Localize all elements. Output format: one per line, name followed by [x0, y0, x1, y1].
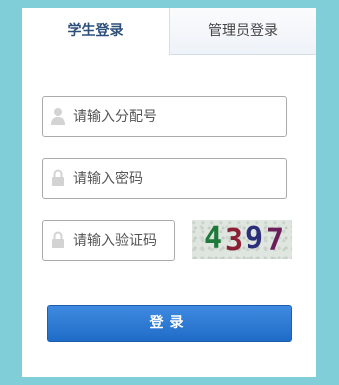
assignment-number-field: [42, 96, 287, 137]
tab-student-login[interactable]: 学生登录: [22, 8, 169, 55]
tab-admin-login[interactable]: 管理员登录: [169, 8, 316, 55]
login-button[interactable]: 登录: [47, 305, 292, 342]
captcha-digit: 9: [245, 221, 264, 256]
user-icon: [51, 107, 65, 125]
lock-icon: [51, 169, 65, 187]
login-tabs: 学生登录 管理员登录: [22, 8, 316, 55]
login-panel: 学生登录 管理员登录 4 3: [22, 8, 316, 377]
lock-icon: [51, 231, 65, 249]
assignment-number-input[interactable]: [73, 97, 278, 136]
captcha-digit: 7: [266, 223, 285, 258]
captcha-image[interactable]: 4 3 9 7: [192, 220, 292, 259]
captcha-input[interactable]: [73, 221, 171, 260]
password-field: [42, 158, 287, 199]
password-input[interactable]: [73, 159, 278, 198]
captcha-field: [42, 220, 175, 261]
captcha-digit: 4: [204, 221, 223, 256]
captcha-digit: 3: [225, 223, 244, 258]
